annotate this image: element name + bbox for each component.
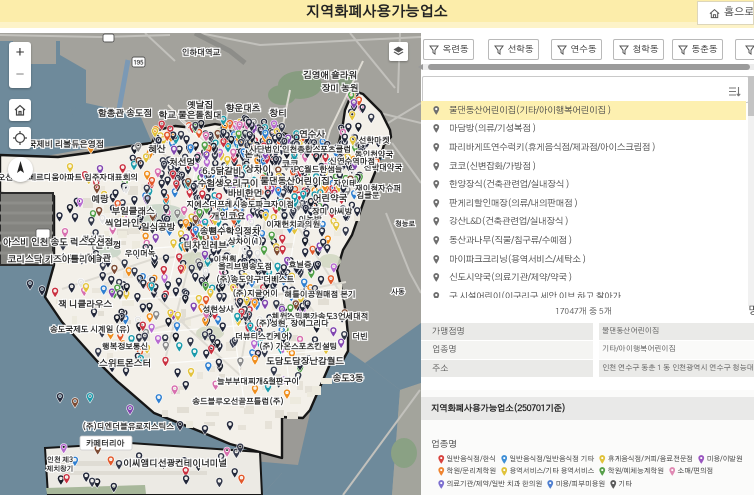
svg-text:상차이: 상차이 xyxy=(245,164,271,174)
svg-text:성현상사: 성현상사 xyxy=(202,305,234,314)
svg-text:사동: 사동 xyxy=(390,287,405,296)
svg-text:김클문: 김클문 xyxy=(356,191,379,200)
svg-text:(주)송도약구 더베스트: (주)송도약구 더베스트 xyxy=(216,275,295,284)
svg-text:부일클래스: 부일클래스 xyxy=(110,206,155,216)
svg-text:옛날집: 옛날집 xyxy=(187,100,213,110)
svg-text:(주)디엔더블유로지스틱스: (주)디엔더블유로지스틱스 xyxy=(82,422,174,431)
svg-text:수험생오리구이: 수험생오리구이 xyxy=(197,178,259,188)
svg-text:장미 농원: 장미 농원 xyxy=(322,83,359,93)
svg-text:스위트몬스터: 스위트몬스터 xyxy=(98,358,151,368)
svg-text:해틀이공원매점 본기: 해틀이공원매점 본기 xyxy=(284,290,355,299)
svg-text:올리브맹송도점: 올리브맹송도점 xyxy=(217,262,272,271)
svg-text:학교 풀은돌침대: 학교 풀은돌침대 xyxy=(158,110,222,120)
svg-text:6.5닭갈비: 6.5닭갈비 xyxy=(201,166,241,176)
svg-text:예랑: 예랑 xyxy=(91,194,109,204)
svg-text:제치창기: 제치창기 xyxy=(46,464,74,473)
svg-text:더빈: 더빈 xyxy=(352,332,368,341)
svg-text:향운대츠: 향운대츠 xyxy=(225,103,261,113)
svg-text:송드블루오선골프틀럽(주): 송드블루오선골프틀럽(주) xyxy=(191,397,284,406)
svg-text:디자인레브: 디자인레브 xyxy=(183,240,227,250)
svg-text:물댄동산어린이집: 물댄동산어린이집 xyxy=(259,176,329,186)
svg-text:어린약국: 어린약국 xyxy=(313,193,348,203)
svg-text:이씨앰디선광컨테이너미널: 이씨앰디선광컨테이너미널 xyxy=(123,458,227,468)
svg-text:(주)성현, 장에그리다: (주)성현, 장에그리다 xyxy=(255,319,329,328)
svg-text:사단법인 인천종합스포츠클럽: 사단법인 인천종합스포츠클럽 xyxy=(248,145,351,154)
svg-text:함총관 송도점: 함총관 송도점 xyxy=(97,108,152,118)
svg-text:더뷰티스킨케어: 더뷰티스킨케어 xyxy=(235,332,289,341)
svg-text:PC월드한샘들: PC월드한샘들 xyxy=(294,165,343,174)
svg-text:바비한먼: 바비한먼 xyxy=(228,188,263,198)
svg-text:효닐증: 효닐증 xyxy=(287,260,311,269)
svg-text:코리스닥 키즈아틀리에: 코리스닥 키즈아틀리에 xyxy=(7,254,97,264)
svg-text:우이머녹: 우이머녹 xyxy=(124,249,156,258)
svg-text:개인코요: 개인코요 xyxy=(211,211,246,221)
svg-text:처선멍: 처선멍 xyxy=(169,157,195,167)
svg-text:혜산: 혜산 xyxy=(148,144,166,154)
svg-text:연수사: 연수사 xyxy=(299,129,325,139)
svg-text:송도국제도 시계일 (유): 송도국제도 시계일 (유) xyxy=(49,325,130,334)
svg-text:(주) 가온스포츠킨설팅: (주) 가온스포츠킨설팅 xyxy=(259,342,338,351)
svg-text:인천 제3: 인천 제3 xyxy=(47,455,73,464)
svg-text:상차이(1): 상차이(1) xyxy=(227,237,263,246)
svg-text:늘부부대찌개&철판구이: 늘부부대찌개&철판구이 xyxy=(216,377,299,386)
svg-text:자인테: 자인테 xyxy=(333,179,356,188)
svg-text:카페터리아: 카페터리아 xyxy=(86,439,125,448)
svg-text:창티: 창티 xyxy=(269,108,286,118)
svg-text:(주)지글어이: (주)지글어이 xyxy=(232,289,278,298)
svg-text:선학마켓: 선학마켓 xyxy=(359,136,390,145)
svg-text:신연수역마점: 신연수역마점 xyxy=(329,157,375,166)
svg-text:김영애 숄라워: 김영애 숄라워 xyxy=(303,70,357,80)
svg-text:청능로: 청능로 xyxy=(395,220,415,228)
svg-text:송뼘수학의정차: 송뼘수학의정차 xyxy=(199,226,261,236)
svg-text:씩업라인: 씩업라인 xyxy=(105,218,140,228)
svg-text:이재헌치과의원: 이재헌치과의원 xyxy=(266,220,320,229)
svg-text:195: 195 xyxy=(133,60,143,67)
svg-text:일식공방: 일식공방 xyxy=(141,222,177,232)
svg-text:장미 아씨방: 장미 아씨방 xyxy=(312,207,353,216)
svg-text:인하대역교: 인하대역교 xyxy=(182,48,221,57)
svg-text:송도3동: 송도3동 xyxy=(332,373,364,383)
svg-text:잭 니클라우스: 잭 니클라우스 xyxy=(58,299,112,309)
svg-text:지에스더프레시송도파크자이점: 지에스더프레시송도파크자이점 xyxy=(186,200,294,209)
svg-text:천국제비 리볼듀은영점: 천국제비 리볼듀은영점 xyxy=(20,139,104,149)
svg-text:아스비 인천 송도 럭스오션점: 아스비 인천 송도 럭스오션점 xyxy=(3,237,113,247)
svg-text:도담도담장난감월드: 도담도담장난감월드 xyxy=(265,356,344,366)
svg-text:행복정보통신: 행복정보통신 xyxy=(102,342,148,351)
